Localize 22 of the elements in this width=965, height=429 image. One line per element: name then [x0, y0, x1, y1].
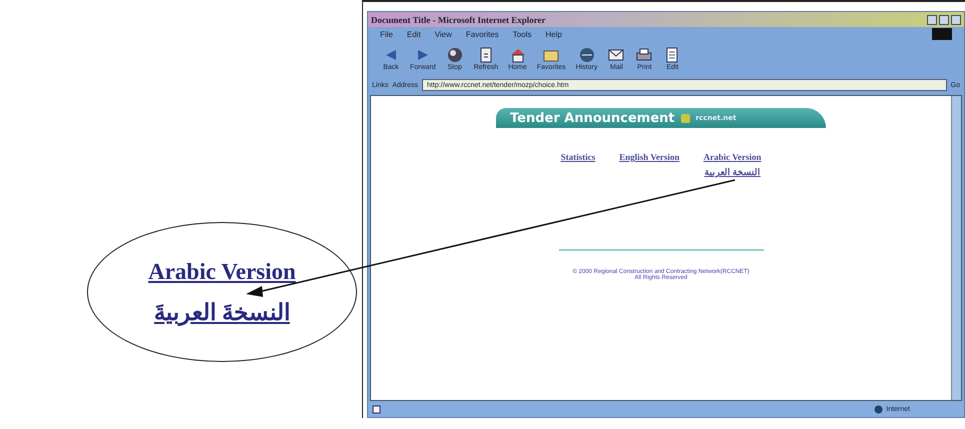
minimize-button[interactable]: [927, 14, 937, 24]
menu-item[interactable]: Favorites: [466, 30, 499, 38]
menu-item[interactable]: Edit: [406, 30, 421, 38]
menu-item[interactable]: View: [434, 30, 452, 38]
window-title: Document Title - Microsoft Internet Explorer: [371, 14, 546, 24]
menu-item[interactable]: Tools: [512, 30, 532, 38]
scrollbar[interactable]: [951, 96, 961, 400]
menu-item[interactable]: File: [380, 30, 393, 38]
arabic-version-link[interactable]: النسخةَ العربيةَ: [154, 298, 290, 326]
menu-item[interactable]: Help: [545, 30, 562, 38]
page-link[interactable]: Statistics: [560, 152, 596, 162]
banner-title: Tender Announcement: [510, 110, 675, 126]
page-icon: [372, 404, 381, 414]
printer-icon: [635, 46, 654, 64]
logo-icon: [680, 114, 690, 122]
arabic-version-link[interactable]: Arabic Version: [148, 258, 296, 284]
close-button[interactable]: [951, 14, 961, 24]
page-link[interactable]: English Version: [619, 152, 680, 162]
browser-logo: [932, 28, 952, 40]
maximize-button[interactable]: [939, 14, 949, 24]
page-link[interactable]: النسخة العربية: [704, 167, 760, 177]
page-link[interactable]: Arabic Version: [704, 152, 762, 162]
